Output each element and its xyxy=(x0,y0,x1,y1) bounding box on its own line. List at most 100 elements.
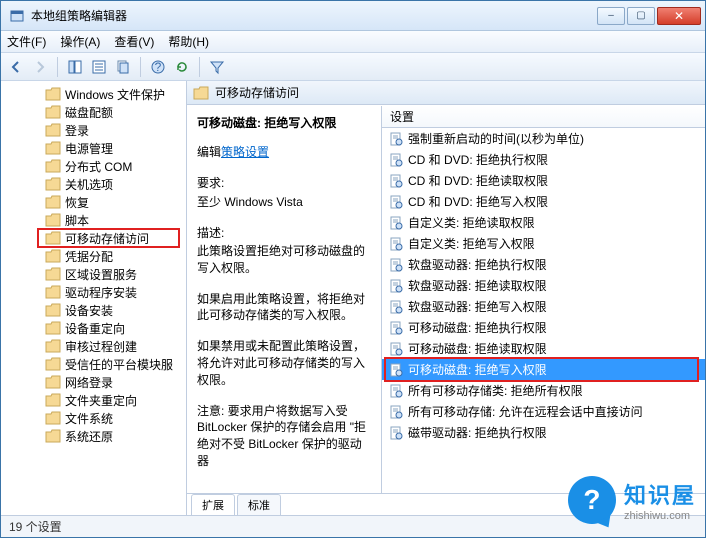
status-text: 19 个设置 xyxy=(9,518,62,535)
tree-item-label: 登录 xyxy=(65,122,89,139)
settings-item[interactable]: 可移动磁盘: 拒绝写入权限 xyxy=(382,359,705,380)
description-p2: 如果启用此策略设置，将拒绝对此可移动存储类的写入权限。 xyxy=(197,291,371,325)
settings-item[interactable]: 可移动磁盘: 拒绝执行权限 xyxy=(382,317,705,338)
app-icon xyxy=(9,8,25,24)
refresh-button[interactable] xyxy=(171,56,193,78)
settings-item-label: CD 和 DVD: 拒绝写入权限 xyxy=(408,193,548,210)
settings-item-label: 可移动磁盘: 拒绝读取权限 xyxy=(408,340,547,357)
help-button[interactable]: ? xyxy=(147,56,169,78)
show-hide-tree-button[interactable] xyxy=(64,56,86,78)
tree-item[interactable]: 磁盘配额 xyxy=(1,103,186,121)
policy-icon xyxy=(388,362,404,378)
policy-icon xyxy=(388,425,404,441)
tree-item[interactable]: 设备重定向 xyxy=(1,319,186,337)
tree-item[interactable]: Windows 文件保护 xyxy=(1,85,186,103)
settings-item-label: 自定义类: 拒绝读取权限 xyxy=(408,214,535,231)
minimize-button[interactable]: – xyxy=(597,7,625,25)
tree-item-label: 设备重定向 xyxy=(65,320,125,337)
tree-item[interactable]: 脚本 xyxy=(1,211,186,229)
policy-icon xyxy=(388,278,404,294)
tab-standard[interactable]: 标准 xyxy=(237,494,281,515)
settings-item[interactable]: 可移动磁盘: 拒绝读取权限 xyxy=(382,338,705,359)
window-title: 本地组策略编辑器 xyxy=(31,7,597,24)
settings-item[interactable]: CD 和 DVD: 拒绝读取权限 xyxy=(382,170,705,191)
tree-item-label: 可移动存储访问 xyxy=(65,230,149,247)
filter-button[interactable] xyxy=(206,56,228,78)
settings-item[interactable]: 磁带驱动器: 拒绝执行权限 xyxy=(382,422,705,443)
maximize-button[interactable]: ▢ xyxy=(627,7,655,25)
tree-item[interactable]: 审核过程创建 xyxy=(1,337,186,355)
edit-policy-link[interactable]: 策略设置 xyxy=(221,145,269,159)
description-p4: 注意: 要求用户将数据写入受 BitLocker 保护的存储会启用 "拒绝对不受… xyxy=(197,403,371,470)
policy-icon xyxy=(388,215,404,231)
tab-extended[interactable]: 扩展 xyxy=(191,494,235,515)
tree-item-label: 文件夹重定向 xyxy=(65,392,137,409)
titlebar[interactable]: 本地组策略编辑器 – ▢ ✕ xyxy=(1,1,705,31)
export-button[interactable] xyxy=(112,56,134,78)
settings-item[interactable]: 软盘驱动器: 拒绝读取权限 xyxy=(382,275,705,296)
tree-item[interactable]: 分布式 COM xyxy=(1,157,186,175)
settings-item-label: 强制重新启动的时间(以秒为单位) xyxy=(408,130,584,147)
tabs-row: 扩展 标准 xyxy=(187,493,705,515)
tree-item[interactable]: 设备安装 xyxy=(1,301,186,319)
tree-item-label: 受信任的平台模块服 xyxy=(65,356,173,373)
tree-item-label: 驱动程序安装 xyxy=(65,284,137,301)
tree-item[interactable]: 凭据分配 xyxy=(1,247,186,265)
menu-file[interactable]: 文件(F) xyxy=(7,33,46,50)
requirements-value: 至少 Windows Vista xyxy=(197,193,371,210)
settings-item[interactable]: 强制重新启动的时间(以秒为单位) xyxy=(382,128,705,149)
settings-item[interactable]: CD 和 DVD: 拒绝写入权限 xyxy=(382,191,705,212)
tree-item-label: 凭据分配 xyxy=(65,248,113,265)
requirements-label: 要求: xyxy=(197,174,371,191)
settings-item-label: CD 和 DVD: 拒绝读取权限 xyxy=(408,172,548,189)
settings-item[interactable]: 软盘驱动器: 拒绝执行权限 xyxy=(382,254,705,275)
tree-item[interactable]: 区域设置服务 xyxy=(1,265,186,283)
menu-help[interactable]: 帮助(H) xyxy=(168,33,209,50)
tree-panel[interactable]: Windows 文件保护磁盘配额登录电源管理分布式 COM关机选项恢复脚本可移动… xyxy=(1,81,187,515)
settings-item-label: 所有可移动存储: 允许在远程会话中直接访问 xyxy=(408,403,643,420)
content-panel: 可移动存储访问 可移动磁盘: 拒绝写入权限 编辑策略设置 要求: 至少 Wind… xyxy=(187,81,705,515)
tree-item[interactable]: 可移动存储访问 xyxy=(1,229,186,247)
menu-action[interactable]: 操作(A) xyxy=(60,33,100,50)
tree-item-label: 电源管理 xyxy=(65,140,113,157)
tree-item[interactable]: 登录 xyxy=(1,121,186,139)
tree-item[interactable]: 网络登录 xyxy=(1,373,186,391)
settings-item-label: 软盘驱动器: 拒绝执行权限 xyxy=(408,256,547,273)
content-header: 可移动存储访问 xyxy=(187,81,705,105)
settings-item[interactable]: 自定义类: 拒绝读取权限 xyxy=(382,212,705,233)
settings-header[interactable]: 设置 xyxy=(382,106,705,128)
description-p1: 此策略设置拒绝对可移动磁盘的写入权限。 xyxy=(197,243,371,277)
tree-item[interactable]: 关机选项 xyxy=(1,175,186,193)
policy-icon xyxy=(388,404,404,420)
tree-item-label: 分布式 COM xyxy=(65,158,132,175)
settings-item[interactable]: 自定义类: 拒绝写入权限 xyxy=(382,233,705,254)
tree-item[interactable]: 文件系统 xyxy=(1,409,186,427)
tree-item-label: 区域设置服务 xyxy=(65,266,137,283)
back-button[interactable] xyxy=(5,56,27,78)
settings-item[interactable]: CD 和 DVD: 拒绝执行权限 xyxy=(382,149,705,170)
policy-icon xyxy=(388,194,404,210)
policy-icon xyxy=(388,131,404,147)
tree-item[interactable]: 恢复 xyxy=(1,193,186,211)
close-button[interactable]: ✕ xyxy=(657,7,701,25)
settings-item[interactable]: 所有可移动存储: 允许在远程会话中直接访问 xyxy=(382,401,705,422)
settings-item[interactable]: 所有可移动存储类: 拒绝所有权限 xyxy=(382,380,705,401)
settings-list[interactable]: 强制重新启动的时间(以秒为单位) CD 和 DVD: 拒绝执行权限 CD 和 DVD… xyxy=(382,128,705,493)
toolbar: ? xyxy=(1,53,705,81)
statusbar: 19 个设置 xyxy=(1,515,705,537)
tree-item[interactable]: 文件夹重定向 xyxy=(1,391,186,409)
tree-item[interactable]: 系统还原 xyxy=(1,427,186,445)
tree-item[interactable]: 驱动程序安装 xyxy=(1,283,186,301)
tree-item-label: 脚本 xyxy=(65,212,89,229)
tree-item[interactable]: 受信任的平台模块服 xyxy=(1,355,186,373)
policy-title: 可移动磁盘: 拒绝写入权限 xyxy=(197,114,371,131)
settings-item-label: 可移动磁盘: 拒绝执行权限 xyxy=(408,319,547,336)
policy-icon xyxy=(388,152,404,168)
forward-button[interactable] xyxy=(29,56,51,78)
tree-item[interactable]: 电源管理 xyxy=(1,139,186,157)
settings-item-label: 所有可移动存储类: 拒绝所有权限 xyxy=(408,382,583,399)
tree-item-label: Windows 文件保护 xyxy=(65,86,165,103)
menu-view[interactable]: 查看(V) xyxy=(114,33,154,50)
settings-item[interactable]: 软盘驱动器: 拒绝写入权限 xyxy=(382,296,705,317)
properties-button[interactable] xyxy=(88,56,110,78)
